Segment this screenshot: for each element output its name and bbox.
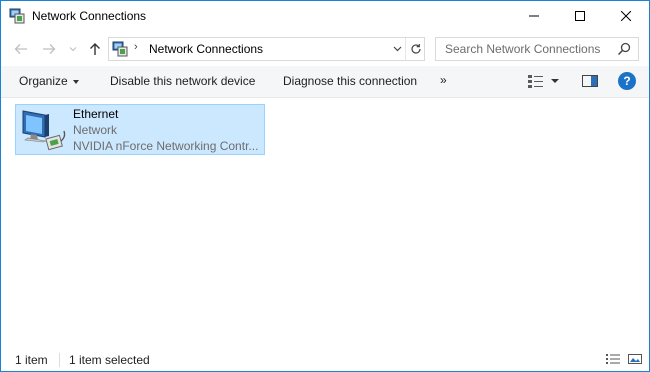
chevron-down-icon (69, 47, 77, 52)
search-box[interactable]: Search Network Connections (435, 37, 639, 61)
minimize-icon (529, 15, 539, 17)
close-icon (621, 11, 631, 21)
breadcrumb-separator[interactable]: › (134, 41, 138, 53)
item-name: Ethernet (73, 107, 119, 121)
ethernet-adapter-icon (22, 110, 66, 151)
list-item-ethernet[interactable]: Ethernet Network NVIDIA nForce Networkin… (15, 104, 265, 155)
search-icon[interactable] (616, 41, 632, 57)
forward-button[interactable] (41, 41, 57, 57)
organize-button[interactable]: Organize (19, 74, 79, 88)
address-dropdown-button[interactable] (389, 38, 405, 60)
arrow-up-icon (90, 43, 100, 55)
refresh-icon (410, 44, 421, 54)
status-bar: 1 item 1 item selected (1, 348, 649, 371)
command-bar: Organize Disable this network device Dia… (1, 66, 649, 98)
diagnose-connection-button[interactable]: Diagnose this connection (283, 74, 417, 88)
file-list[interactable]: Ethernet Network NVIDIA nForce Networkin… (1, 98, 649, 343)
back-button[interactable] (13, 41, 29, 57)
large-icons-view-icon[interactable] (627, 353, 643, 365)
explorer-window: Network Connections › Network Connection… (0, 0, 650, 372)
title-bar[interactable]: Network Connections (1, 1, 649, 31)
more-commands-button[interactable]: » (440, 73, 447, 87)
disable-device-button[interactable]: Disable this network device (110, 74, 255, 88)
search-input[interactable]: Search Network Connections (445, 42, 600, 56)
network-connections-icon (112, 41, 128, 57)
address-bar[interactable]: › Network Connections (108, 37, 425, 61)
refresh-button[interactable] (405, 38, 425, 60)
caret-down-icon (72, 79, 79, 84)
change-view-icon[interactable] (527, 73, 545, 89)
recent-locations-button[interactable] (65, 41, 81, 57)
preview-pane-icon[interactable] (581, 73, 599, 89)
maximize-button[interactable] (557, 1, 603, 31)
arrow-right-icon (43, 44, 56, 54)
up-button[interactable] (87, 41, 103, 57)
help-icon[interactable]: ? (618, 72, 636, 90)
network-connections-icon (9, 8, 25, 24)
window-title: Network Connections (32, 9, 147, 23)
chevron-down-icon (393, 46, 401, 52)
details-view-icon[interactable] (605, 353, 621, 365)
arrow-left-icon (14, 44, 27, 54)
status-divider (59, 353, 60, 367)
close-button[interactable] (603, 1, 649, 31)
item-device: NVIDIA nForce Networking Contr... (73, 139, 259, 153)
minimize-button[interactable] (511, 1, 557, 31)
item-type: Network (73, 123, 118, 137)
item-count: 1 item (15, 353, 48, 367)
navigation-bar: › Network Connections Search Network Con… (1, 31, 649, 66)
maximize-icon (575, 11, 585, 21)
breadcrumb-location[interactable]: Network Connections (149, 42, 263, 56)
organize-label: Organize (19, 74, 68, 88)
selected-count: 1 item selected (69, 353, 150, 367)
view-options-chevron-icon[interactable] (550, 73, 560, 89)
